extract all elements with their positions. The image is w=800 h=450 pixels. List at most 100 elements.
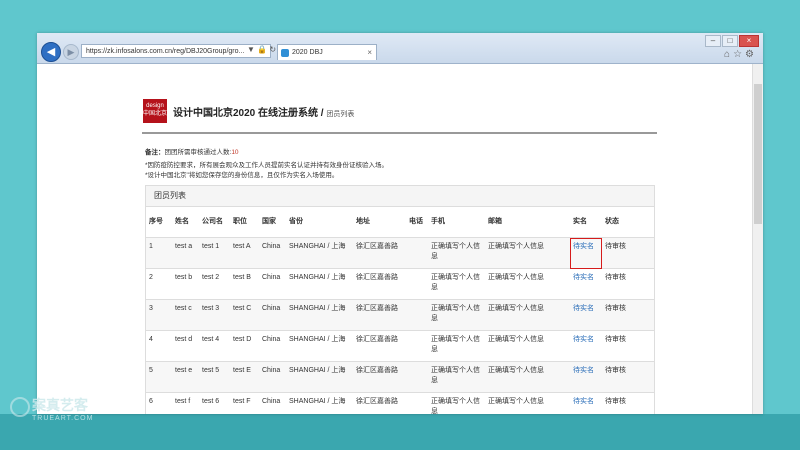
vertical-scrollbar[interactable] [752, 64, 763, 414]
browser-tab[interactable]: 2020 DBJ × [277, 44, 377, 60]
browser-right-icons: ⌂☆⚙ [724, 49, 757, 60]
table-cell: test F [230, 392, 259, 414]
table-cell: test B [230, 268, 259, 300]
table-cell: 正确填写个人信息 [428, 392, 485, 414]
remark-count: 10 [231, 149, 239, 156]
tab-close-icon[interactable]: × [367, 45, 372, 61]
table-header-row: 序号 姓名 公司名 职位 国家 省份 地址 电话 手机 邮箱 实名 状态 [146, 207, 654, 238]
verify-identity-link[interactable]: 待实名 [573, 336, 594, 343]
remark-line: 备注：团团所需审核通过人数:10 [145, 149, 239, 156]
column-header: 地址 [356, 218, 370, 225]
table-cell: test C [230, 299, 259, 331]
table-row: 6 test f test 6 test F China SHANGHAI / 上海 徐汇区… [146, 392, 654, 414]
table-cell: 待实名 [570, 361, 602, 393]
table-cell: test 5 [199, 361, 230, 393]
table-cell: test D [230, 330, 259, 362]
table-cell: test A [230, 237, 259, 269]
table-cell: 5 [146, 361, 172, 393]
column-header: 职位 [233, 218, 247, 225]
table-cell: China [259, 299, 286, 331]
column-header: 状态 [605, 218, 619, 225]
table-cell: 徐汇区嘉善路 [353, 361, 406, 393]
table-cell [406, 392, 428, 414]
table-cell: 正确填写个人信息 [428, 330, 485, 362]
table-cell: test 6 [199, 392, 230, 414]
table-cell: 待审核 [602, 299, 654, 331]
tab-favicon-icon [281, 49, 289, 57]
table-cell: SHANGHAI / 上海 [286, 237, 353, 269]
table-row: 4 test d test 4 test D China SHANGHAI / 上海 徐汇区… [146, 330, 654, 362]
address-bar[interactable]: https://zk.infosalons.com.cn/reg/DBJ20Gr… [81, 44, 271, 58]
member-list-panel: 团员列表 序号 姓名 公司名 职位 国家 省份 地址 电话 手机 邮箱 实名 状态 1 test a te… [145, 185, 655, 414]
table-cell: 2 [146, 268, 172, 300]
column-header: 公司名 [202, 218, 223, 225]
table-cell: test 1 [199, 237, 230, 269]
table-cell: 待实名 [570, 237, 602, 269]
verify-identity-link[interactable]: 待实名 [573, 305, 594, 312]
maximize-icon[interactable]: □ [722, 35, 738, 47]
table-cell: 徐汇区嘉善路 [353, 268, 406, 300]
table-cell: 3 [146, 299, 172, 331]
notice-line-1: *因防疫防控要求，所有展会观众及工作人员提前实名认证并持有效身份证核验入场。 [145, 162, 389, 169]
column-header: 实名 [573, 218, 587, 225]
table-cell: 待审核 [602, 392, 654, 414]
table-cell: China [259, 237, 286, 269]
scroll-thumb[interactable] [754, 84, 762, 224]
home-icon[interactable]: ⌂ [724, 49, 733, 60]
window-controls: – □ × [704, 35, 759, 47]
table-cell: 待实名 [570, 268, 602, 300]
table-cell: 正确填写个人信息 [428, 299, 485, 331]
table-cell: China [259, 361, 286, 393]
table-cell: 待实名 [570, 392, 602, 414]
table-cell: 正确填写个人信息 [485, 392, 570, 414]
table-cell: 待实名 [570, 330, 602, 362]
table-cell [406, 268, 428, 300]
table-cell: 徐汇区嘉善路 [353, 237, 406, 269]
verify-identity-link[interactable]: 待实名 [573, 398, 594, 405]
table-cell: 正确填写个人信息 [428, 237, 485, 269]
column-header: 国家 [262, 218, 276, 225]
table-cell: test f [172, 392, 199, 414]
table-cell: test 4 [199, 330, 230, 362]
settings-gear-icon[interactable]: ⚙ [745, 49, 757, 60]
table-cell [406, 330, 428, 362]
back-arrow-icon[interactable]: ◀ [41, 42, 61, 62]
forward-arrow-icon[interactable]: ▶ [63, 44, 79, 60]
table-cell [406, 237, 428, 269]
table-cell: SHANGHAI / 上海 [286, 392, 353, 414]
table-cell: 正确填写个人信息 [485, 330, 570, 362]
column-header: 姓名 [175, 218, 189, 225]
table-cell: test a [172, 237, 199, 269]
table-cell: 正确填写个人信息 [485, 237, 570, 269]
table-cell: 待实名 [570, 299, 602, 331]
browser-window: ◀ ▶ https://zk.infosalons.com.cn/reg/DBJ… [37, 33, 763, 414]
table-cell: 4 [146, 330, 172, 362]
page-title: 设计中国北京2020 在线注册系统 / 团员列表 [173, 108, 355, 119]
panel-title: 团员列表 [146, 186, 654, 207]
table-cell: test c [172, 299, 199, 331]
table-cell: 正确填写个人信息 [485, 268, 570, 300]
table-cell: China [259, 392, 286, 414]
table-row: 2 test b test 2 test B China SHANGHAI / 上海 徐汇区… [146, 268, 654, 300]
header-divider [142, 132, 657, 134]
table-cell: 正确填写个人信息 [428, 361, 485, 393]
table-cell: 待审核 [602, 237, 654, 269]
column-header: 邮箱 [488, 218, 502, 225]
table-cell: 正确填写个人信息 [428, 268, 485, 300]
close-icon[interactable]: × [739, 35, 759, 47]
table-cell: China [259, 268, 286, 300]
verify-identity-link[interactable]: 待实名 [573, 243, 594, 250]
column-header: 省份 [289, 218, 303, 225]
column-header: 手机 [431, 218, 445, 225]
address-bar-icons[interactable]: ▼ 🔒 ↻ [247, 45, 276, 54]
site-logo: design 中国北京 [143, 99, 167, 123]
table-cell: 徐汇区嘉善路 [353, 299, 406, 331]
favorites-star-icon[interactable]: ☆ [733, 49, 745, 60]
member-table: 序号 姓名 公司名 职位 国家 省份 地址 电话 手机 邮箱 实名 状态 1 test a test 1t… [146, 207, 654, 414]
table-row: 3 test c test 3 test C China SHANGHAI / 上海 徐汇区… [146, 299, 654, 331]
column-header: 序号 [149, 218, 163, 225]
minimize-icon[interactable]: – [705, 35, 721, 47]
table-cell: 徐汇区嘉善路 [353, 392, 406, 414]
verify-identity-link[interactable]: 待实名 [573, 274, 594, 281]
verify-identity-link[interactable]: 待实名 [573, 367, 594, 374]
